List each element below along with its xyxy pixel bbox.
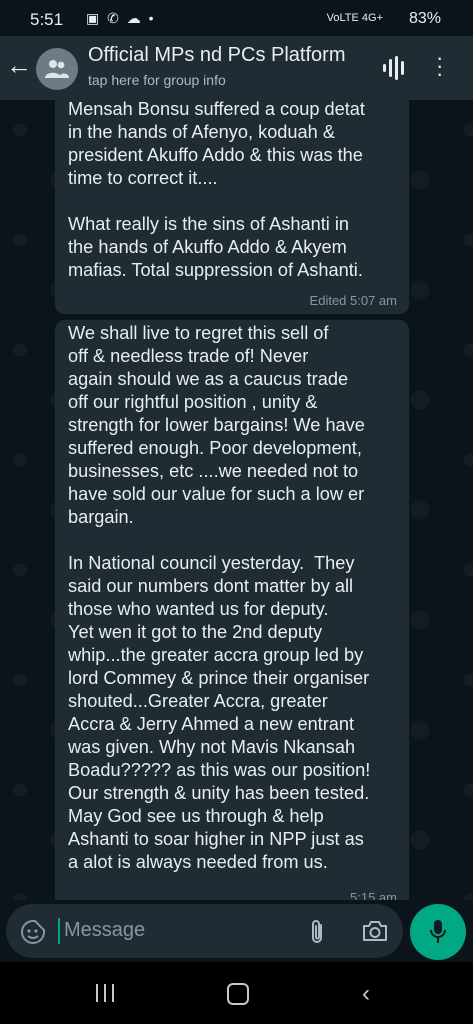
message-meta: 5:15 am — [350, 890, 397, 900]
mic-button[interactable] — [410, 904, 466, 960]
status-bar: 5:51 ▣ ✆ ☁ • VoLTE 4G+ 83% — [0, 0, 473, 40]
group-subtitle[interactable]: tap here for group info — [88, 72, 226, 88]
message-input-box[interactable]: Message — [6, 904, 403, 958]
camera-icon[interactable] — [362, 920, 388, 942]
battery-level: 83% — [408, 10, 441, 27]
message-bubble[interactable]: Mensah Bonsu suffered a coup detat in th… — [55, 100, 409, 314]
sticker-icon[interactable] — [20, 919, 46, 945]
text-cursor — [58, 918, 60, 944]
group-avatar-icon[interactable] — [36, 48, 78, 90]
more-options-icon[interactable]: · · · — [436, 47, 443, 85]
signal-text: VoLTE 4G+ — [326, 12, 383, 24]
attach-icon[interactable] — [306, 918, 328, 946]
recent-apps-icon[interactable] — [94, 984, 116, 1002]
nav-back-icon[interactable]: ‹ — [362, 980, 370, 1008]
status-time: 5:51 — [30, 10, 64, 29]
message-bubble[interactable]: We shall live to regret this sell of off… — [55, 320, 409, 900]
voice-chat-icon[interactable] — [382, 56, 408, 80]
notification-icons: ▣ ✆ ☁ • — [86, 10, 156, 26]
message-text: Mensah Bonsu suffered a coup detat in th… — [68, 100, 365, 280]
composer-bar: Message — [0, 900, 473, 962]
message-list[interactable]: Mensah Bonsu suffered a coup detat in th… — [0, 100, 473, 900]
message-text: We shall live to regret this sell of off… — [68, 323, 371, 872]
mic-icon — [430, 920, 446, 943]
group-title[interactable]: Official MPs nd PCs Platform — [88, 44, 345, 67]
back-arrow-icon[interactable]: ← — [6, 50, 32, 81]
chat-header[interactable]: ← Official MPs nd PCs Platform tap here … — [0, 36, 473, 100]
message-meta: Edited 5:07 am — [309, 293, 397, 308]
system-nav-bar: ‹ — [0, 962, 473, 1024]
message-input[interactable]: Message — [64, 919, 145, 942]
home-icon[interactable] — [227, 983, 249, 1005]
